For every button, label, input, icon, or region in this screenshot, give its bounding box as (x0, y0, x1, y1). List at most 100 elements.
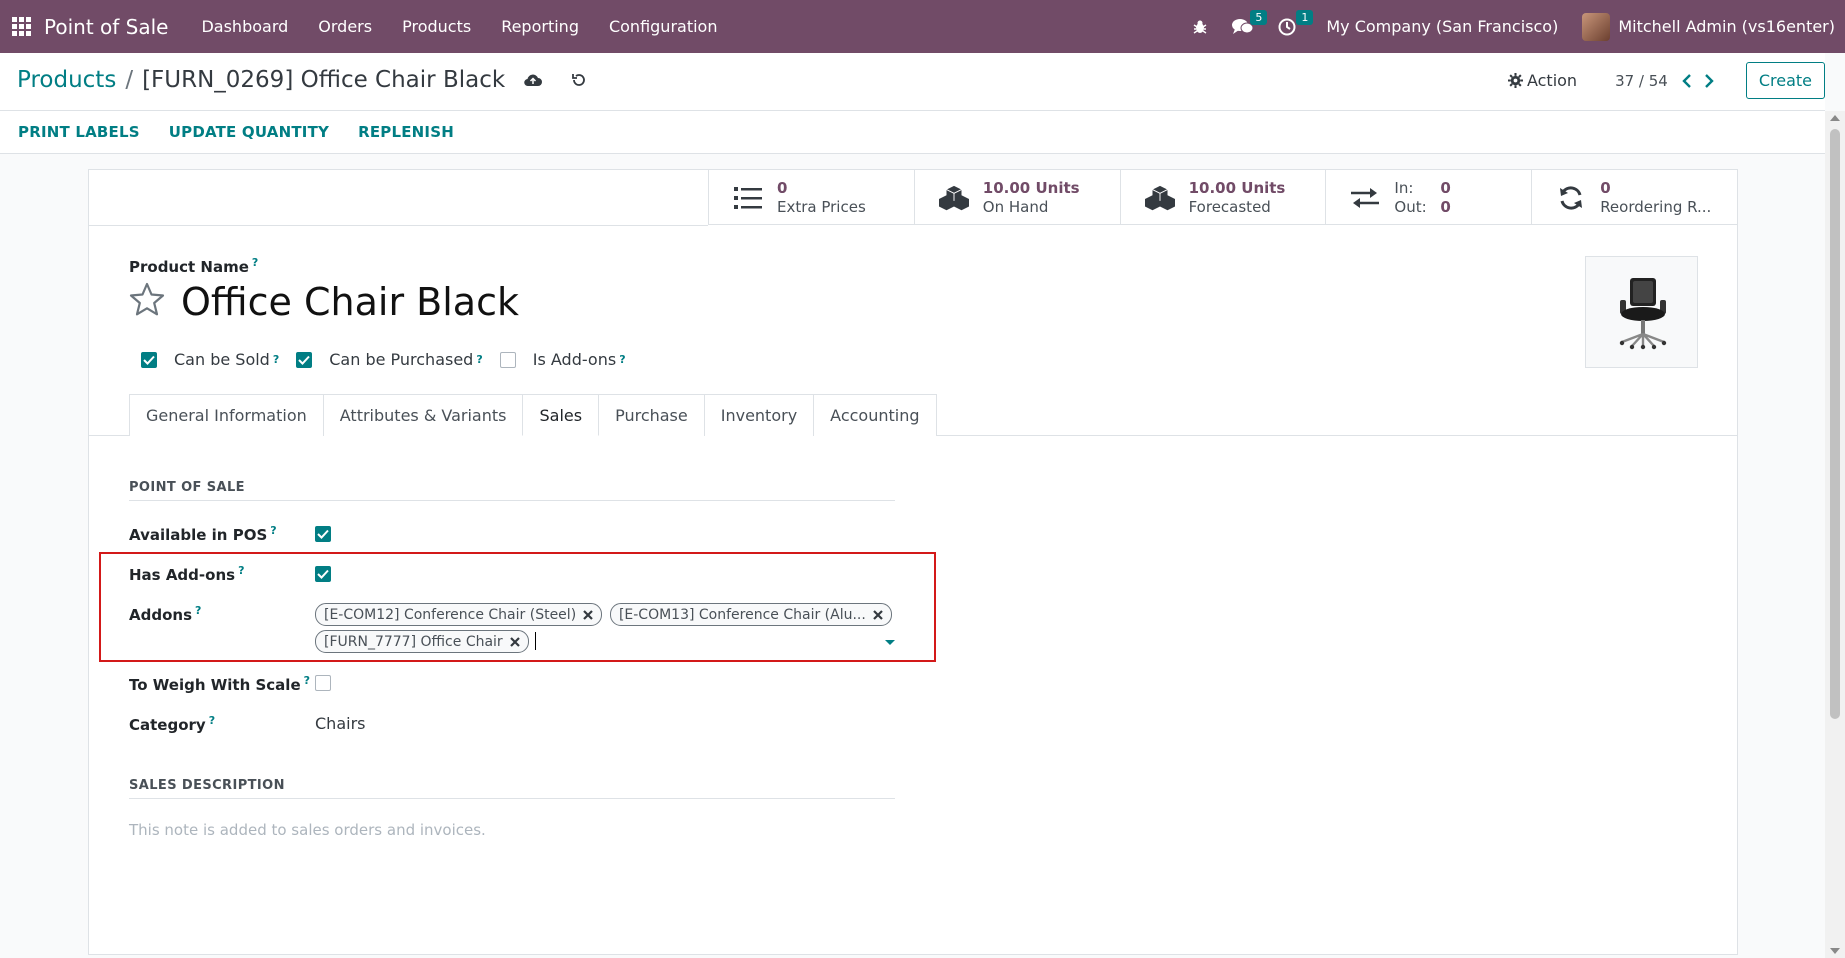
help-tooltip-icon[interactable]: ? (270, 524, 276, 537)
addons-label: Addons? (129, 604, 202, 624)
product-name-field[interactable]: Office Chair Black (181, 280, 519, 324)
moves-in-value: 0 (1440, 178, 1451, 197)
reordering-rules-smart-button[interactable]: 0 Reordering R... (1532, 170, 1738, 225)
help-tooltip-icon[interactable]: ? (238, 564, 244, 577)
replenish-button[interactable]: REPLENISH (358, 123, 454, 141)
help-tooltip-icon[interactable]: ? (209, 714, 215, 727)
on-hand-smart-button[interactable]: 10.00 Units On Hand (915, 170, 1121, 225)
apps-menu-icon[interactable] (12, 16, 32, 37)
forecasted-label: Forecasted (1188, 197, 1271, 216)
form-statusbar: PRINT LABELS UPDATE QUANTITY REPLENISH (0, 111, 1825, 154)
menu-reporting[interactable]: Reporting (501, 17, 579, 36)
addons-many2many-field[interactable]: [E-COM12] Conference Chair (Steel) [E-CO… (315, 603, 895, 657)
form-sheet: 0 Extra Prices 10.00 Units On Hand 10.00… (88, 169, 1738, 955)
messages-icon[interactable]: 5 (1232, 9, 1268, 36)
help-tooltip-icon[interactable]: ? (252, 256, 258, 269)
category-field[interactable]: Chairs (315, 714, 365, 733)
can-be-sold-option: Can be Sold? (141, 350, 279, 369)
save-cloud-icon[interactable] (523, 72, 543, 88)
favorite-star-icon[interactable] (129, 282, 165, 320)
help-tooltip-icon[interactable]: ? (304, 674, 310, 687)
point-of-sale-section-title: POINT OF SALE (129, 480, 245, 495)
activities-count-badge: 1 (1296, 9, 1314, 25)
on-hand-label: On Hand (982, 197, 1049, 216)
can-be-purchased-label: Can be Purchased (329, 350, 474, 369)
list-icon (733, 183, 763, 213)
company-switcher[interactable]: My Company (San Francisco) (1326, 17, 1558, 36)
tab-general-information[interactable]: General Information (129, 394, 324, 436)
debug-bug-icon[interactable] (1192, 19, 1208, 35)
addon-tag: [E-COM13] Conference Chair (Alu... (609, 603, 892, 626)
discard-undo-icon[interactable] (571, 72, 587, 88)
exchange-arrows-icon (1350, 183, 1380, 213)
tab-accounting[interactable]: Accounting (813, 394, 937, 436)
on-hand-value: 10.00 Units (982, 178, 1080, 197)
has-addons-checkbox[interactable] (315, 566, 331, 582)
office-chair-image (1619, 278, 1666, 350)
tab-sales[interactable]: Sales (522, 394, 600, 436)
menu-dashboard[interactable]: Dashboard (201, 17, 288, 36)
product-name-label: Product Name? (129, 256, 259, 276)
tab-inventory[interactable]: Inventory (703, 394, 815, 436)
scroll-up-arrow-icon[interactable] (1830, 115, 1840, 121)
top-navbar: Point of Sale Dashboard Orders Products … (0, 0, 1845, 53)
is-addons-checkbox[interactable] (499, 351, 516, 368)
create-button[interactable]: Create (1745, 62, 1825, 99)
addon-tag: [E-COM12] Conference Chair (Steel) (315, 603, 603, 626)
pager-previous-button[interactable] (1682, 73, 1692, 88)
product-image[interactable] (1585, 256, 1698, 368)
breadcrumb-products-link[interactable]: Products (17, 67, 116, 93)
help-tooltip-icon[interactable]: ? (619, 353, 625, 366)
pager-value[interactable]: 37 / 54 (1615, 72, 1668, 90)
menu-configuration[interactable]: Configuration (609, 17, 718, 36)
help-tooltip-icon[interactable]: ? (476, 353, 482, 366)
can-be-sold-checkbox[interactable] (141, 351, 157, 368)
is-addons-label: Is Add-ons (532, 350, 617, 369)
app-name[interactable]: Point of Sale (44, 15, 168, 39)
in-out-moves-smart-button[interactable]: In: 0 Out: 0 (1326, 170, 1533, 225)
weigh-with-scale-checkbox[interactable] (315, 675, 331, 691)
forecasted-value: 10.00 Units (1188, 178, 1286, 197)
moves-out-label: Out: (1394, 197, 1427, 216)
messages-count-badge: 5 (1250, 9, 1268, 25)
cubes-icon (938, 183, 969, 213)
product-options: Can be Sold? Can be Purchased? Is Add-on… (141, 350, 643, 369)
is-addons-option: Is Add-ons? (499, 350, 626, 369)
remove-tag-icon[interactable] (873, 609, 883, 620)
update-quantity-button[interactable]: UPDATE QUANTITY (169, 123, 329, 141)
menu-orders[interactable]: Orders (318, 17, 372, 36)
tab-purchase[interactable]: Purchase (598, 394, 705, 436)
pager-next-button[interactable] (1704, 73, 1714, 88)
addon-tag: [FURN_7777] Office Chair (315, 630, 529, 653)
activities-clock-icon[interactable]: 1 (1278, 9, 1314, 36)
has-addons-label: Has Add-ons? (129, 564, 245, 584)
can-be-sold-label: Can be Sold (174, 350, 270, 369)
menu-products[interactable]: Products (402, 17, 471, 36)
tab-attributes-variants[interactable]: Attributes & Variants (322, 394, 524, 436)
scrollbar-thumb[interactable] (1830, 129, 1840, 719)
addons-dropdown-caret-icon[interactable] (885, 640, 895, 645)
help-tooltip-icon[interactable]: ? (195, 604, 201, 617)
print-labels-button[interactable]: PRINT LABELS (18, 123, 140, 141)
action-label: Action (1526, 71, 1578, 90)
notebook-tabs: General Information Attributes & Variant… (129, 394, 937, 436)
page-scrollbar[interactable] (1825, 111, 1845, 958)
user-avatar[interactable] (1582, 12, 1611, 41)
help-tooltip-icon[interactable]: ? (273, 353, 279, 366)
forecasted-smart-button[interactable]: 10.00 Units Forecasted (1121, 170, 1327, 225)
scroll-down-arrow-icon[interactable] (1830, 948, 1840, 954)
smart-button-box: 0 Extra Prices 10.00 Units On Hand 10.00… (708, 170, 1738, 225)
action-menu-button[interactable]: Action (1507, 71, 1578, 90)
moves-out-value: 0 (1440, 197, 1451, 216)
category-label: Category? (129, 714, 216, 734)
sales-description-field[interactable]: This note is added to sales orders and i… (129, 821, 486, 839)
remove-tag-icon[interactable] (509, 636, 520, 647)
cubes-icon (1144, 183, 1175, 213)
available-in-pos-label: Available in POS? (129, 524, 277, 544)
available-in-pos-checkbox[interactable] (315, 526, 331, 542)
user-menu[interactable]: Mitchell Admin (vs16enter) (1618, 17, 1835, 36)
weigh-with-scale-label: To Weigh With Scale? (129, 674, 311, 694)
can-be-purchased-checkbox[interactable] (296, 351, 313, 368)
remove-tag-icon[interactable] (583, 609, 593, 620)
extra-prices-smart-button[interactable]: 0 Extra Prices (709, 170, 915, 225)
